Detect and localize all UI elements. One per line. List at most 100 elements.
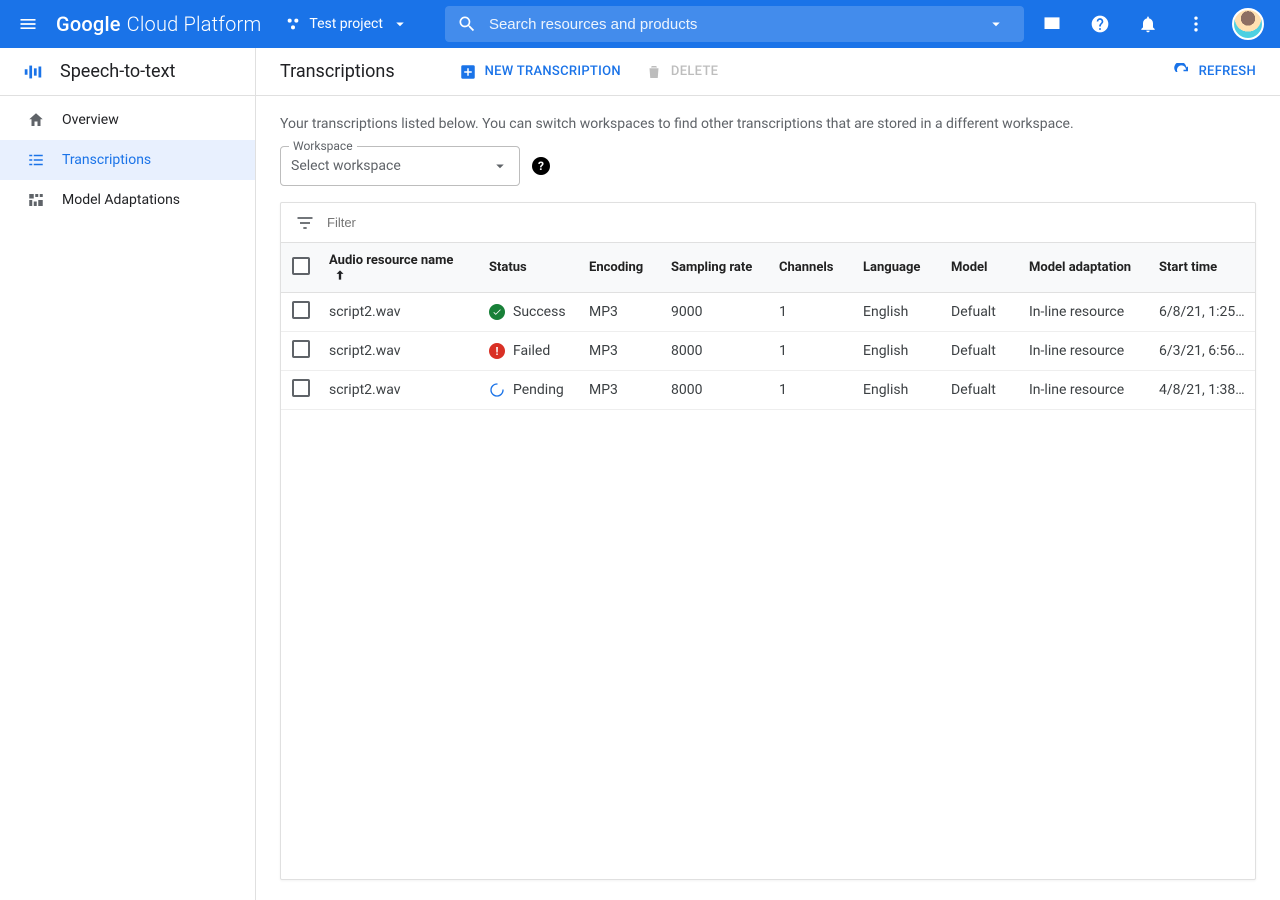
filter-input[interactable] <box>327 215 1241 230</box>
cell-rate: 8000 <box>663 332 771 371</box>
search-icon <box>457 14 477 34</box>
trash-icon <box>645 63 663 81</box>
chevron-down-icon <box>491 157 509 175</box>
select-all-checkbox[interactable] <box>292 257 310 275</box>
search-dropdown-toggle[interactable] <box>980 15 1012 33</box>
workspace-select[interactable]: Workspace Select workspace <box>280 146 520 186</box>
content-header: Transcriptions NEW TRANSCRIPTION DELETE … <box>256 48 1280 96</box>
cell-language: English <box>855 293 943 332</box>
col-rate[interactable]: Sampling rate <box>663 243 771 293</box>
cell-resource: script2.wav <box>321 371 481 410</box>
col-language[interactable]: Language <box>855 243 943 293</box>
description-text: Your transcriptions listed below. You ca… <box>280 116 1256 132</box>
transcriptions-table: Audio resource name Status Encoding Samp… <box>280 202 1256 880</box>
cell-rate: 9000 <box>663 293 771 332</box>
refresh-label: REFRESH <box>1199 64 1256 79</box>
chevron-down-icon <box>987 15 1005 33</box>
page-title: Transcriptions <box>280 61 395 82</box>
cell-status: !Failed <box>481 332 581 371</box>
cell-language: English <box>855 332 943 371</box>
cell-encoding: MP3 <box>581 332 663 371</box>
table-row[interactable]: script2.wavPendingMP380001EnglishDefualt… <box>281 371 1255 410</box>
sidebar-item-model-adaptations[interactable]: Model Adaptations <box>0 180 255 220</box>
cell-status: Success <box>481 293 581 332</box>
more-button[interactable] <box>1176 4 1216 44</box>
cell-model: Defualt <box>943 371 1021 410</box>
cell-adaptation: In-line resource <box>1021 371 1151 410</box>
content: Transcriptions NEW TRANSCRIPTION DELETE … <box>256 48 1280 900</box>
cloud-shell-button[interactable] <box>1032 4 1072 44</box>
row-checkbox[interactable] <box>292 379 310 397</box>
table-header-row: Audio resource name Status Encoding Samp… <box>281 243 1255 293</box>
col-channels[interactable]: Channels <box>771 243 855 293</box>
topbar-actions <box>1032 4 1264 44</box>
service-header: Speech-to-text <box>0 48 255 96</box>
search-bar[interactable] <box>445 6 1024 42</box>
new-transcription-button[interactable]: NEW TRANSCRIPTION <box>459 63 621 81</box>
failed-icon: ! <box>489 343 505 359</box>
service-title: Speech-to-text <box>60 61 175 82</box>
row-checkbox[interactable] <box>292 301 310 319</box>
sidebar-item-label: Overview <box>62 112 119 128</box>
cell-adaptation: In-line resource <box>1021 332 1151 371</box>
cell-adaptation: In-line resource <box>1021 293 1151 332</box>
delete-button: DELETE <box>645 63 718 81</box>
hamburger-icon <box>18 14 38 34</box>
filter-row <box>281 203 1255 243</box>
cell-language: English <box>855 371 943 410</box>
filter-icon <box>295 213 315 233</box>
cell-channels: 1 <box>771 332 855 371</box>
workspace-field-label: Workspace <box>289 139 357 153</box>
help-button[interactable] <box>1080 4 1120 44</box>
cell-model: Defualt <box>943 332 1021 371</box>
table-row[interactable]: script2.wavSuccessMP390001EnglishDefualt… <box>281 293 1255 332</box>
new-transcription-label: NEW TRANSCRIPTION <box>485 64 621 79</box>
speech-to-text-icon <box>22 61 44 83</box>
cell-encoding: MP3 <box>581 293 663 332</box>
cell-model: Defualt <box>943 293 1021 332</box>
chevron-down-icon <box>391 15 409 33</box>
col-model[interactable]: Model <box>943 243 1021 293</box>
col-status[interactable]: Status <box>481 243 581 293</box>
cell-start: 4/8/21, 1:38 PM <box>1151 371 1255 410</box>
row-checkbox[interactable] <box>292 340 310 358</box>
home-icon <box>26 111 46 129</box>
project-name: Test project <box>309 16 383 32</box>
project-selector[interactable]: Test project <box>277 11 417 37</box>
list-icon <box>26 151 46 169</box>
col-encoding[interactable]: Encoding <box>581 243 663 293</box>
cell-start: 6/8/21, 1:25 PM <box>1151 293 1255 332</box>
add-icon <box>459 63 477 81</box>
cell-channels: 1 <box>771 293 855 332</box>
adaptations-icon <box>26 191 46 209</box>
cell-encoding: MP3 <box>581 371 663 410</box>
notifications-button[interactable] <box>1128 4 1168 44</box>
help-icon <box>1090 14 1110 34</box>
hamburger-menu-button[interactable] <box>8 4 48 44</box>
sidebar: Speech-to-text Overview Transcriptions M… <box>0 48 256 900</box>
top-bar: Google Cloud Platform Test project <box>0 0 1280 48</box>
table-row[interactable]: script2.wav!FailedMP380001EnglishDefualt… <box>281 332 1255 371</box>
sidebar-item-overview[interactable]: Overview <box>0 100 255 140</box>
refresh-button[interactable]: REFRESH <box>1173 63 1256 81</box>
cell-rate: 8000 <box>663 371 771 410</box>
cell-resource: script2.wav <box>321 332 481 371</box>
workspace-placeholder: Select workspace <box>291 158 401 174</box>
bell-icon <box>1138 14 1158 34</box>
cell-resource: script2.wav <box>321 293 481 332</box>
refresh-icon <box>1173 63 1191 81</box>
workspace-help-button[interactable]: ? <box>532 157 550 175</box>
sidebar-item-transcriptions[interactable]: Transcriptions <box>0 140 255 180</box>
logo-cloud-platform: Cloud Platform <box>127 12 262 36</box>
col-resource[interactable]: Audio resource name <box>321 243 481 293</box>
gcp-logo[interactable]: Google Cloud Platform <box>56 12 261 36</box>
more-vert-icon <box>1186 14 1206 34</box>
col-start[interactable]: Start time <box>1151 243 1255 293</box>
logo-google: Google <box>56 12 121 36</box>
cell-channels: 1 <box>771 371 855 410</box>
col-adaptation[interactable]: Model adaptation <box>1021 243 1151 293</box>
project-icon <box>285 16 301 32</box>
success-icon <box>489 304 505 320</box>
user-avatar[interactable] <box>1232 8 1264 40</box>
search-input[interactable] <box>489 16 968 33</box>
